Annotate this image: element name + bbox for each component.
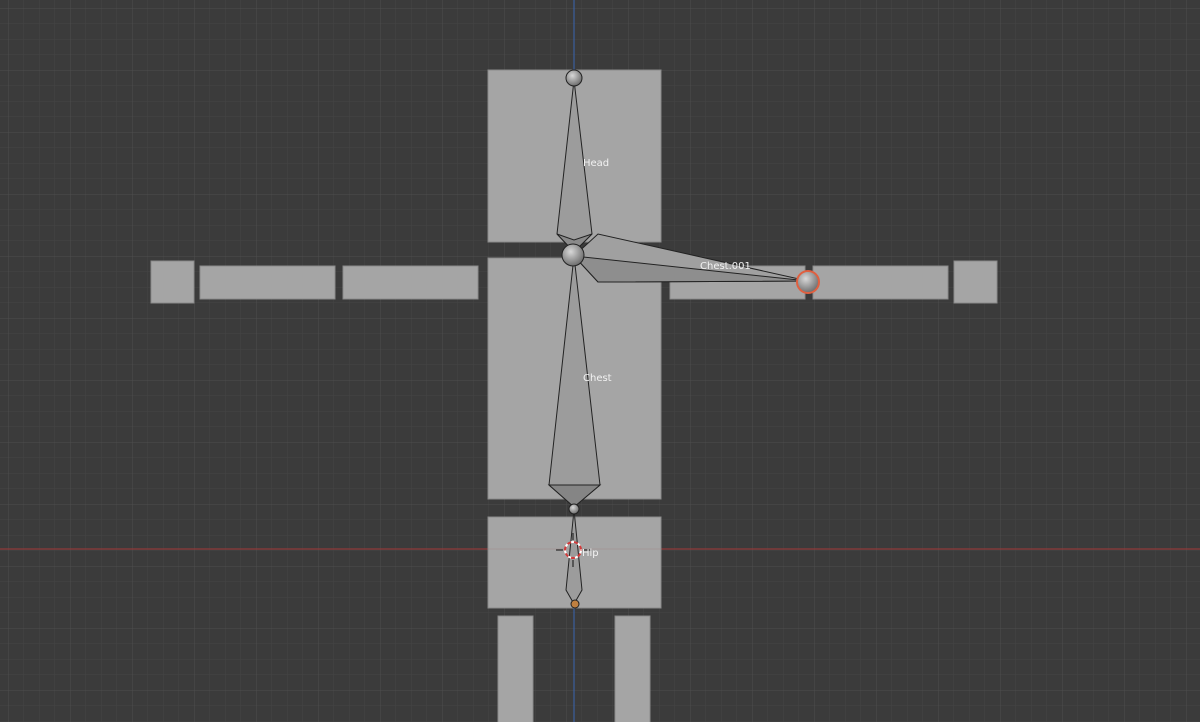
bone-label-chest-001: Chest.001: [700, 261, 751, 272]
mesh-leg-left[interactable]: [497, 615, 534, 722]
joint-head-tip[interactable]: [565, 69, 583, 87]
bone-label-hip: Hip: [582, 548, 599, 559]
mesh-hand-left[interactable]: [150, 260, 195, 304]
bone-label-head: Head: [583, 158, 609, 169]
mesh-hand-right[interactable]: [953, 260, 998, 304]
mesh-leg-right[interactable]: [614, 615, 651, 722]
3d-viewport[interactable]: Head Chest.001 Chest Hip: [0, 0, 1200, 722]
bone-label-chest: Chest: [583, 373, 612, 384]
joint-chest-001-tail[interactable]: [796, 270, 820, 294]
joint-chest-tail[interactable]: [568, 503, 580, 515]
joint-neck[interactable]: [561, 243, 585, 267]
mesh-upperarm-left[interactable]: [342, 265, 479, 300]
mesh-forearm-right[interactable]: [812, 265, 949, 300]
joint-hip-tail[interactable]: [570, 599, 580, 609]
mesh-forearm-left[interactable]: [199, 265, 336, 300]
